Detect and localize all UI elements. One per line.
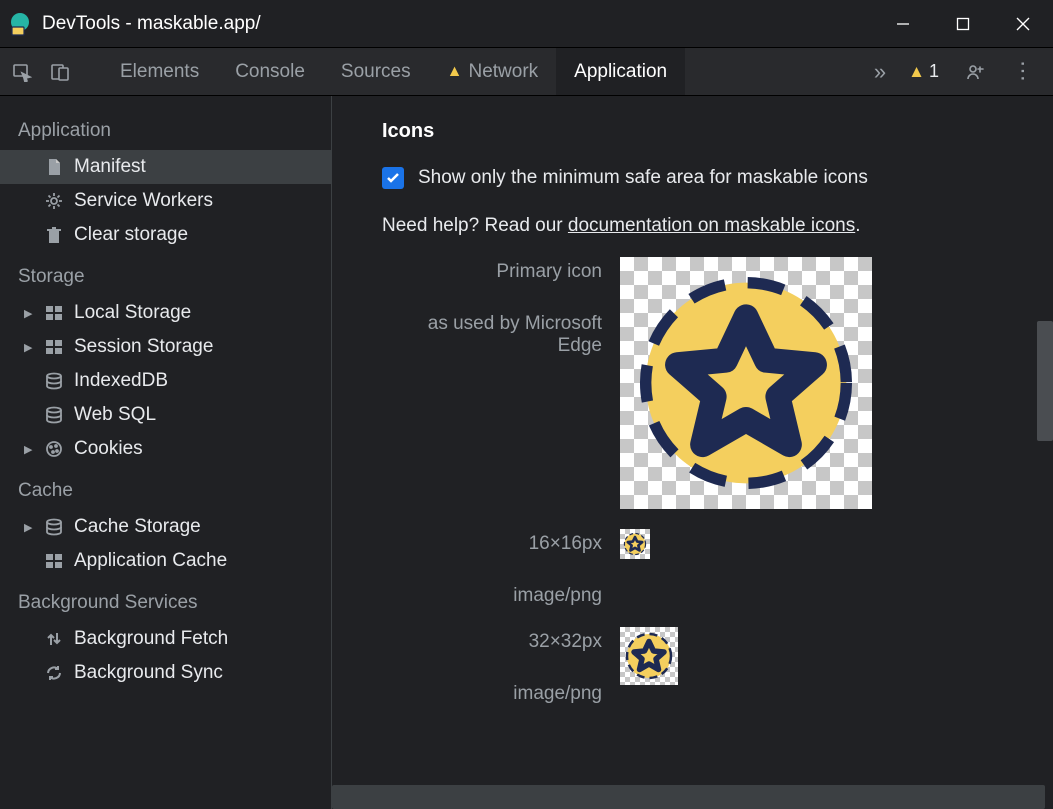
icon-entry-label: 32×32px image/png bbox=[382, 627, 620, 705]
sidebar-item-manifest[interactable]: Manifest bbox=[0, 150, 331, 184]
sidebar-item-local-storage[interactable]: Local Storage bbox=[0, 296, 331, 330]
help-text: Need help? Read our documentation on mas… bbox=[382, 215, 1053, 237]
section-heading: Icons bbox=[382, 120, 1053, 143]
sidebar-item-web-sql[interactable]: Web SQL bbox=[0, 398, 331, 432]
window-title: DevTools - maskable.app/ bbox=[42, 13, 873, 35]
sidebar-item-cookies[interactable]: Cookies bbox=[0, 432, 331, 466]
horizontal-scrollbar[interactable] bbox=[332, 785, 1045, 809]
primary-icon-preview bbox=[620, 257, 872, 509]
trash-icon bbox=[44, 225, 64, 245]
sidebar-item-label: IndexedDB bbox=[74, 370, 168, 392]
devtools-app-icon bbox=[8, 12, 32, 36]
sidebar-item-indexeddb[interactable]: IndexedDB bbox=[0, 364, 331, 398]
tab-console[interactable]: Console bbox=[217, 48, 323, 95]
sidebar-item-label: Service Workers bbox=[74, 190, 213, 212]
sidebar-item-label: Background Fetch bbox=[74, 628, 228, 650]
sidebar-heading: Storage bbox=[0, 252, 331, 296]
safe-area-checkbox[interactable] bbox=[382, 167, 404, 189]
sidebar-heading: Application bbox=[0, 106, 331, 150]
content-pane: Icons Show only the minimum safe area fo… bbox=[332, 96, 1053, 809]
sidebar-heading: Cache bbox=[0, 466, 331, 510]
sidebar-item-cache-storage[interactable]: Cache Storage bbox=[0, 510, 331, 544]
help-link[interactable]: documentation on maskable icons bbox=[568, 215, 855, 236]
updown-icon bbox=[44, 629, 64, 649]
file-icon bbox=[44, 157, 64, 177]
device-toggle-icon[interactable] bbox=[50, 62, 70, 82]
tab-label: Sources bbox=[341, 61, 411, 83]
feedback-icon[interactable] bbox=[965, 62, 985, 82]
sidebar-item-label: Clear storage bbox=[74, 224, 188, 246]
checkbox-label: Show only the minimum safe area for mask… bbox=[418, 167, 868, 189]
devtools-toolbar: Elements Console Sources ▲Network Applicatio… bbox=[0, 48, 1053, 96]
tab-label: Console bbox=[235, 61, 305, 83]
tab-label: Network bbox=[468, 61, 538, 83]
tab-label: Elements bbox=[120, 61, 199, 83]
sidebar-item-session-storage[interactable]: Session Storage bbox=[0, 330, 331, 364]
sync-icon bbox=[44, 663, 64, 683]
maximize-button[interactable] bbox=[933, 0, 993, 48]
titlebar: DevTools - maskable.app/ bbox=[0, 0, 1053, 48]
sidebar-item-service-workers[interactable]: Service Workers bbox=[0, 184, 331, 218]
sidebar-item-clear-storage[interactable]: Clear storage bbox=[0, 218, 331, 252]
sidebar-item-label: Local Storage bbox=[74, 302, 191, 324]
grid-icon bbox=[44, 551, 64, 571]
more-tabs-icon[interactable]: » bbox=[874, 59, 882, 85]
sidebar-item-label: Web SQL bbox=[74, 404, 156, 426]
sidebar-item-background-sync[interactable]: Background Sync bbox=[0, 656, 331, 690]
icon-preview bbox=[620, 529, 650, 559]
sidebar-item-label: Background Sync bbox=[74, 662, 223, 684]
primary-icon-label: Primary icon as used by Microsoft Edge bbox=[382, 257, 620, 509]
warnings-badge[interactable]: ▲1 bbox=[908, 61, 939, 82]
tab-label: Application bbox=[574, 61, 667, 83]
sidebar-item-label: Session Storage bbox=[74, 336, 213, 358]
sidebar-item-label: Application Cache bbox=[74, 550, 227, 572]
tab-sources[interactable]: Sources bbox=[323, 48, 429, 95]
sidebar-item-label: Cache Storage bbox=[74, 516, 201, 538]
cookie-icon bbox=[44, 439, 64, 459]
icon-preview bbox=[620, 627, 678, 685]
sidebar-item-label: Manifest bbox=[74, 156, 146, 178]
sidebar-heading: Background Services bbox=[0, 578, 331, 622]
grid-icon bbox=[44, 303, 64, 323]
close-button[interactable] bbox=[993, 0, 1053, 48]
vertical-scrollbar[interactable] bbox=[1037, 321, 1053, 441]
icon-entry-label: 16×16px image/png bbox=[382, 529, 620, 607]
db-icon bbox=[44, 405, 64, 425]
settings-menu-icon[interactable]: ⋯ bbox=[1010, 60, 1036, 84]
minimize-button[interactable] bbox=[873, 0, 933, 48]
tab-application[interactable]: Application bbox=[556, 48, 685, 95]
sidebar-item-background-fetch[interactable]: Background Fetch bbox=[0, 622, 331, 656]
inspect-icon[interactable] bbox=[12, 62, 32, 82]
sidebar-item-application-cache[interactable]: Application Cache bbox=[0, 544, 331, 578]
db-icon bbox=[44, 517, 64, 537]
tab-elements[interactable]: Elements bbox=[102, 48, 217, 95]
application-sidebar: Application Manifest Service Workers Clear … bbox=[0, 96, 332, 809]
grid-icon bbox=[44, 337, 64, 357]
tab-network[interactable]: ▲Network bbox=[429, 48, 557, 95]
db-icon bbox=[44, 371, 64, 391]
gear-icon bbox=[44, 191, 64, 211]
sidebar-item-label: Cookies bbox=[74, 438, 143, 460]
